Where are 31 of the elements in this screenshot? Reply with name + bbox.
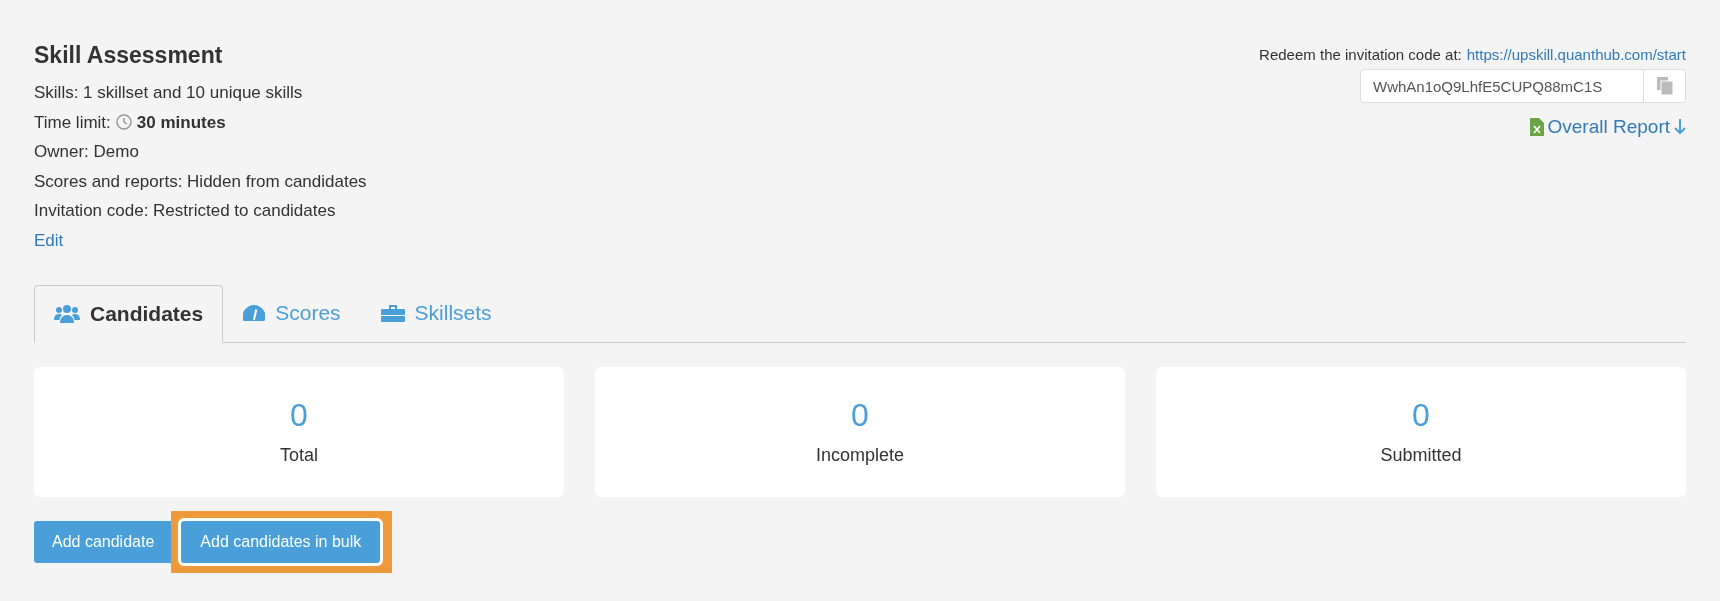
- stat-value: 0: [290, 395, 308, 434]
- detail-line: Owner: Demo: [34, 141, 140, 163]
- detail-value: 30 minutes: [136, 111, 226, 134]
- overall-report-link[interactable]: Overall Report: [1529, 113, 1686, 142]
- toolbox-icon: [380, 303, 405, 323]
- detail-line: Skills: 1 skillset and 10 unique skills: [34, 82, 304, 104]
- stat-label: Incomplete: [815, 443, 905, 467]
- tab[interactable]: Skillsets: [360, 284, 512, 342]
- gauge-icon: [243, 305, 266, 321]
- detail-line: Invitation code: Restricted to candidates: [34, 200, 337, 222]
- invitation-code-field[interactable]: WwhAn1oQ9LhfE5CUPQ88mC1S: [1360, 69, 1644, 103]
- copy-button[interactable]: [1644, 69, 1686, 103]
- people-icon: [54, 304, 80, 324]
- tab[interactable]: Candidates: [34, 285, 224, 343]
- tab[interactable]: Scores: [223, 284, 361, 342]
- add-button[interactable]: Add candidate: [34, 521, 173, 563]
- copy-icon: [1656, 77, 1673, 95]
- stat-value: 0: [1412, 395, 1430, 434]
- edit-link[interactable]: Edit: [34, 225, 64, 255]
- down-arrow-icon: [1674, 119, 1686, 136]
- detail-label: Time limit:: [34, 111, 111, 134]
- invitation-url-link[interactable]: https://upskill.quanthub.com/start: [1466, 45, 1686, 65]
- spreadsheet-file-icon: [1529, 118, 1544, 137]
- invitation-label: Redeem the invitation code at:: [1259, 45, 1462, 65]
- add-button[interactable]: Add candidates in bulk: [181, 521, 381, 563]
- stat-value: 0: [851, 395, 869, 434]
- page-title: Skill Assessment: [34, 41, 224, 70]
- detail-line: Scores and reports: Hidden from candidates: [34, 170, 367, 193]
- clock-icon: [115, 114, 132, 131]
- stat-label: Submitted: [1380, 443, 1462, 467]
- stat-label: Total: [280, 443, 318, 467]
